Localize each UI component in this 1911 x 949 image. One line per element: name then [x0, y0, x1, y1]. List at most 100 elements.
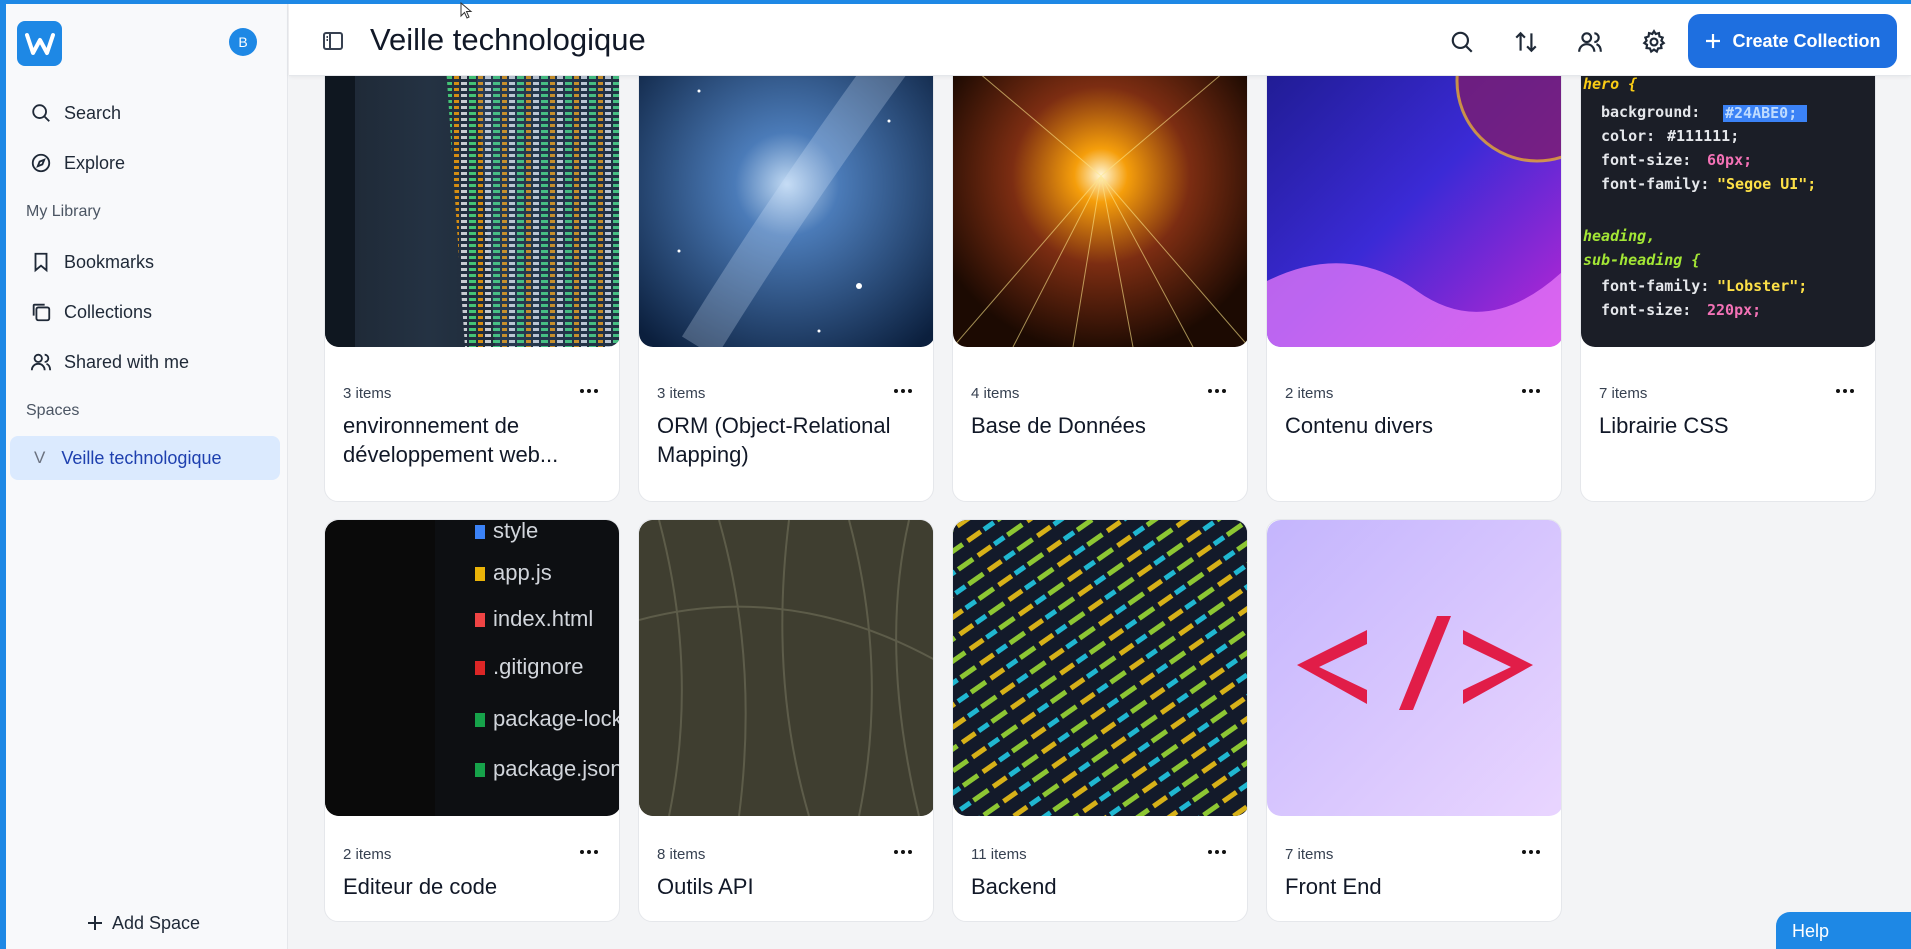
collection-card[interactable]: 8 items Outils API	[638, 519, 934, 922]
space-label: Veille technologique	[61, 447, 222, 468]
file-tree-item: .gitignore	[493, 654, 584, 679]
file-tree-item: package-lock.json	[493, 706, 620, 731]
sidebar-item-search[interactable]: Search	[10, 91, 280, 135]
collection-name: Base de Données	[971, 413, 1146, 438]
sidebar-item-space[interactable]: V Veille technologique	[10, 436, 280, 480]
collection-card[interactable]: 3 items ORM (Object-Relational Mapping)	[638, 62, 934, 502]
compass-icon	[31, 153, 51, 173]
help-button[interactable]: Help	[1776, 912, 1911, 949]
sidebar-item-explore[interactable]: Explore	[10, 141, 280, 185]
add-space-label: Add Space	[112, 912, 201, 933]
collection-item-count: 8 items	[657, 846, 706, 863]
section-label-my-library: My Library	[26, 203, 101, 220]
collection-card[interactable]: 3 items environnement de développement w…	[324, 62, 620, 502]
collection-card[interactable]: 7 items Front End	[1266, 519, 1562, 922]
code-line: heading,	[1583, 227, 1655, 245]
code-line: "Lobster";	[1717, 277, 1807, 295]
more-options-icon[interactable]	[1205, 381, 1229, 401]
collection-item-count: 2 items	[343, 846, 392, 863]
collection-thumbnail	[953, 520, 1247, 816]
collection-card[interactable]: 2 items Contenu divers	[1266, 62, 1562, 502]
collection-thumbnail	[639, 520, 933, 816]
file-tree-item: style	[493, 520, 538, 543]
collection-item-count: 4 items	[971, 385, 1020, 402]
more-options-icon[interactable]	[577, 381, 601, 401]
avatar[interactable]: B	[229, 28, 257, 56]
collection-thumbnail: hero { background: #24ABE0; color: #1111…	[1581, 63, 1875, 347]
add-space-button[interactable]: Add Space	[86, 908, 200, 938]
sidebar-toggle-icon[interactable]	[321, 29, 345, 53]
bookmark-icon	[34, 252, 48, 273]
more-options-icon[interactable]	[1519, 842, 1543, 862]
mouse-cursor-icon	[460, 2, 473, 19]
code-line: font-size:	[1601, 301, 1691, 319]
page-title: Veille technologique	[370, 22, 646, 57]
search-icon	[32, 104, 50, 122]
sidebar-item-label: Bookmarks	[64, 251, 155, 272]
sidebar-item-shared[interactable]: Shared with me	[10, 340, 280, 384]
collection-thumbnail: style app.js index.html .gitignore packa…	[325, 520, 620, 816]
gear-icon[interactable]	[1641, 29, 1667, 55]
collection-thumbnail	[325, 63, 619, 347]
sidebar-item-label: Explore	[64, 152, 126, 173]
collection-name: Backend	[971, 874, 1057, 899]
collection-card[interactable]: style app.js index.html .gitignore packa…	[324, 519, 620, 922]
collection-card[interactable]: hero { background: #24ABE0; color: #1111…	[1580, 62, 1876, 502]
code-line: #24ABE0;	[1725, 104, 1797, 122]
window-border-top	[0, 0, 1911, 4]
users-icon[interactable]	[1577, 29, 1603, 55]
sort-icon[interactable]	[1513, 29, 1539, 55]
collection-thumbnail	[639, 63, 933, 347]
more-options-icon[interactable]	[1833, 381, 1857, 401]
more-options-icon[interactable]	[891, 842, 915, 862]
plus-icon	[88, 916, 102, 930]
create-collection-button[interactable]: Create Collection	[1688, 14, 1897, 68]
collection-thumbnail	[953, 63, 1247, 347]
code-line: #111111;	[1667, 127, 1739, 145]
header: Veille technologique Create Collection	[289, 4, 1911, 76]
space-letter: V	[34, 448, 46, 467]
more-options-icon[interactable]	[891, 381, 915, 401]
collection-card[interactable]: 4 items Base de Données	[952, 62, 1248, 502]
more-options-icon[interactable]	[1519, 381, 1543, 401]
file-tree-item: package.json	[493, 756, 620, 781]
users-icon	[30, 353, 52, 371]
code-line: font-size:	[1601, 151, 1691, 169]
code-line: 60px;	[1707, 151, 1752, 169]
section-label-spaces: Spaces	[26, 402, 80, 419]
collection-name: Editeur de code	[343, 874, 498, 899]
sidebar-item-bookmarks[interactable]: Bookmarks	[10, 240, 280, 284]
collection-name: Librairie CSS	[1599, 413, 1729, 438]
collection-name: environnement de développement web...	[343, 413, 559, 467]
app-logo[interactable]	[17, 21, 62, 66]
window-border	[0, 0, 6, 949]
plus-icon	[1706, 34, 1721, 48]
collection-card[interactable]: 11 items Backend	[952, 519, 1248, 922]
code-line: font-family:	[1601, 277, 1709, 295]
code-line: sub-heading {	[1583, 251, 1700, 269]
sidebar-item-label: Search	[64, 102, 122, 123]
collection-item-count: 7 items	[1285, 846, 1334, 863]
search-icon[interactable]	[1449, 29, 1475, 55]
code-line: "Segoe UI";	[1717, 175, 1816, 193]
code-line: hero {	[1583, 75, 1637, 93]
collection-item-count: 2 items	[1285, 385, 1334, 402]
file-tree-item: index.html	[493, 606, 593, 631]
collection-thumbnail	[1267, 63, 1561, 347]
collection-name: Contenu divers	[1285, 413, 1433, 438]
sidebar-item-label: Shared with me	[64, 351, 190, 372]
collection-thumbnail	[1267, 520, 1561, 816]
code-line: background:	[1601, 103, 1700, 121]
code-line: color:	[1601, 127, 1655, 145]
collection-name: Front End	[1285, 874, 1382, 899]
create-collection-label: Create Collection	[1732, 30, 1881, 51]
sidebar-item-collections[interactable]: Collections	[10, 290, 280, 334]
file-tree-item: app.js	[493, 560, 552, 585]
more-options-icon[interactable]	[1205, 842, 1229, 862]
more-options-icon[interactable]	[577, 842, 601, 862]
sidebar: B Search Explore My Library Bookmarks Co…	[6, 4, 288, 949]
w-logo-icon	[24, 32, 55, 55]
collection-item-count: 7 items	[1599, 385, 1648, 402]
collections-icon	[32, 303, 51, 322]
sidebar-item-label: Collections	[64, 301, 153, 322]
